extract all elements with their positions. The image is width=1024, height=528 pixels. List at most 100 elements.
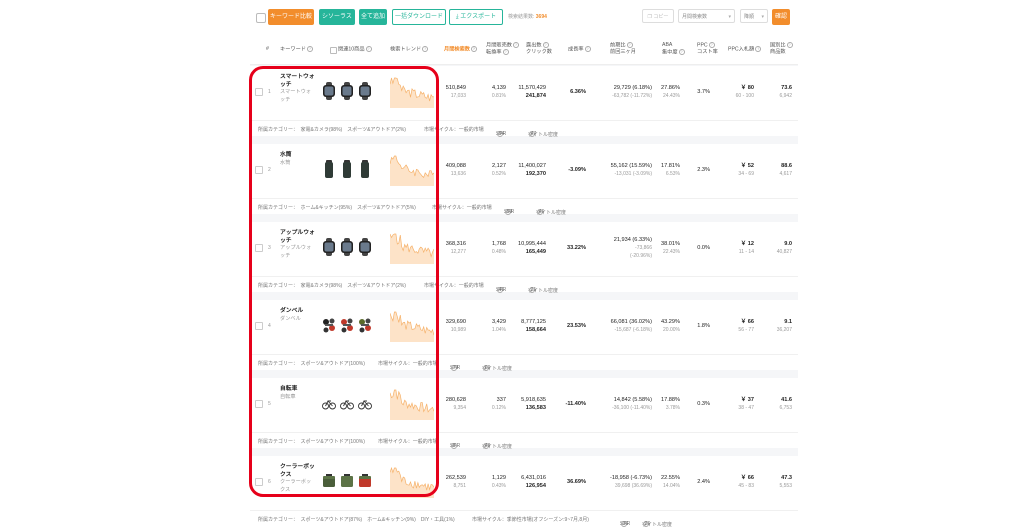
row-checkbox[interactable]: [255, 166, 263, 174]
ppc-bid-range: 56 - 77: [738, 327, 754, 333]
search-trend-sparkline[interactable]: [390, 388, 434, 420]
title-density-value: : 60: [482, 365, 491, 371]
ppc-bid-range: 60 - 100: [735, 93, 754, 99]
help-icon[interactable]: ?: [755, 46, 762, 52]
col-impressions[interactable]: 露出数? クリック数: [526, 42, 552, 56]
help-icon[interactable]: ?: [422, 46, 429, 52]
title-density-value: : 31: [528, 287, 537, 293]
row-footer: 所属カテゴリー： 家電&カメラ(98%) スポーツ&アウトドア(2%) 市場サイク…: [250, 120, 798, 138]
table-row[interactable]: 6 クーラーボッ クス クーラーボッ クス 262,539 8,751 1,129 0.43% 6…: [250, 456, 798, 528]
keyword-translation: スマートウォ ッチ: [280, 89, 320, 104]
clicks-value: 165,449: [525, 249, 546, 255]
row-checkbox[interactable]: [255, 244, 263, 252]
col-keyword[interactable]: キーワード?: [280, 46, 313, 53]
impressions-value: 11,400,027: [518, 163, 546, 169]
monthly-search-sub: 13,636: [450, 171, 466, 177]
search-trend-sparkline[interactable]: [390, 232, 434, 264]
col-monthly-sales[interactable]: 月間販売数? 転換率?: [486, 42, 519, 57]
row-index: 2: [268, 167, 271, 173]
help-icon[interactable]: ?: [584, 46, 591, 52]
keyword-link[interactable]: クーラーボッ クス: [280, 464, 320, 479]
sparkline-area: [390, 78, 434, 108]
sort-order-select[interactable]: 降順 ▾: [740, 9, 768, 23]
table-row[interactable]: 3 アップルウォ ッチ アップルウォ ッチ 368,316 12,277 1,768 0.48%…: [250, 222, 798, 294]
help-icon[interactable]: ?: [542, 42, 549, 48]
col-monthly-search[interactable]: 月間検索数?: [444, 46, 477, 53]
bulk-download-button[interactable]: 一括ダウンロード: [392, 9, 446, 25]
category-info: 所属カテゴリー： ホーム&キッチン(95%) スポーツ&アウトドア(5%): [258, 205, 416, 211]
keyword-link[interactable]: 自転車: [280, 386, 320, 394]
keyword-link[interactable]: ダンベル: [280, 308, 320, 316]
help-icon[interactable]: ?: [626, 42, 633, 48]
impressions-value: 11,570,429: [518, 85, 546, 91]
market-cycle: 市場サイクル：一般的市場: [378, 361, 438, 367]
search-trend-sparkline[interactable]: [390, 76, 434, 108]
add-all-button[interactable]: 全て追加: [359, 9, 387, 25]
related-products: [322, 316, 380, 334]
help-icon[interactable]: ?: [678, 49, 685, 55]
ppc-bid-cell: ￥ 66 45 - 83: [726, 474, 754, 490]
help-icon[interactable]: ?: [502, 49, 509, 56]
row-checkbox[interactable]: [255, 322, 263, 330]
thesaurus-button[interactable]: シソーラス: [319, 9, 355, 25]
product-count-cell: 9.1 36,207: [766, 318, 792, 334]
select-all-checkbox[interactable]: [256, 13, 266, 23]
help-icon[interactable]: ?: [365, 46, 372, 52]
help-icon[interactable]: ?: [470, 46, 477, 52]
keyword-link[interactable]: アップルウォ ッチ: [280, 230, 320, 245]
keyword-link[interactable]: スマートウォ ッチ: [280, 74, 320, 89]
table-row[interactable]: 5 自転車 自転車 280,628 9,354 337 0.12% 5,918,635 136,…: [250, 378, 798, 450]
prev-period-cell: 29,729 (6.18%) -63,782 (-11.72%): [596, 84, 652, 100]
impressions-cell: 11,400,027 192,370: [512, 162, 546, 178]
search-trend-sparkline[interactable]: [390, 154, 434, 186]
related-products-checkbox[interactable]: [330, 47, 337, 54]
search-trend-sparkline[interactable]: [390, 466, 434, 498]
prev-period-main: 14,842 (5.58%): [613, 397, 652, 403]
confirm-button[interactable]: 確認: [772, 9, 790, 25]
table-row[interactable]: 1 スマートウォ ッチ スマートウォ ッチ 510,849 17,033 4,139 0.81%…: [250, 66, 798, 138]
help-icon[interactable]: ?: [708, 42, 715, 48]
title-density-value: : 46: [536, 209, 545, 215]
keyword-link[interactable]: 水筒: [280, 152, 320, 160]
table-row[interactable]: 4 ダンベル ダンベル 329,690 10,989 3,429 1.04% 8,777,12…: [250, 300, 798, 372]
monthly-sales-cell: 4,139 0.81%: [480, 84, 506, 100]
col-aba[interactable]: ABA 集中度?: [662, 42, 685, 56]
col-ppc-bid[interactable]: PPC入札額?: [728, 46, 762, 53]
related-products: [322, 238, 380, 256]
ppc-bid-cell: ￥ 37 38 - 47: [726, 396, 754, 412]
col-ppc[interactable]: PPC? コスト率: [697, 42, 718, 56]
row-index: 6: [268, 479, 271, 485]
row-checkbox[interactable]: [255, 478, 263, 486]
aba-value: 17.81%: [661, 163, 680, 169]
export-button[interactable]: ⤓ エクスポート: [449, 9, 503, 25]
row-main: 5 自転車 自転車 280,628 9,354 337 0.12% 5,918,635 136,…: [250, 378, 798, 432]
ppc-bid-value: ￥ 12: [740, 241, 754, 247]
keyword-line: クス: [280, 471, 292, 478]
monthly-search-sub: 9,354: [453, 405, 466, 411]
monthly-search-cell: 368,316 12,277: [438, 240, 466, 256]
prev-period-sub2: (-20.96%): [630, 253, 652, 259]
aba-value: 27.86%: [661, 85, 680, 91]
monthly-search-cell: 409,088 13,636: [438, 162, 466, 178]
row-checkbox[interactable]: [255, 88, 263, 96]
col-growth[interactable]: 成長率?: [568, 46, 591, 53]
row-checkbox[interactable]: [255, 400, 263, 408]
product-count-value: 6,942: [779, 93, 792, 99]
sort-field-select[interactable]: 月間検索数 ▾: [678, 9, 735, 23]
col-search-trend: 検索トレンド?: [390, 46, 429, 53]
row-main: 1 スマートウォ ッチ スマートウォ ッチ 510,849 17,033 4,139 0.81%…: [250, 66, 798, 120]
compare-keywords-button[interactable]: キーワード比較: [268, 9, 314, 25]
table-row[interactable]: 2 水筒 水筒 409,088 13,636 2,127 0.52% 11,400,027 19…: [250, 144, 798, 216]
search-trend-sparkline[interactable]: [390, 310, 434, 342]
help-icon[interactable]: ?: [786, 42, 793, 48]
sparkline-area: [390, 468, 434, 498]
title-density-value: : 47: [528, 131, 537, 137]
prev-period-sub: -13,031 (-3.09%): [614, 171, 652, 177]
related-products: [322, 82, 380, 100]
col-product-count[interactable]: 国別比? 商品数: [770, 42, 793, 56]
help-icon[interactable]: ?: [512, 42, 519, 48]
clicks-value: 241,874: [525, 93, 546, 99]
help-icon[interactable]: ?: [306, 46, 313, 52]
col-prev-period[interactable]: 前期比? 前回三ヶ月: [610, 42, 636, 56]
copy-button[interactable]: ❐ コピー: [642, 9, 674, 23]
